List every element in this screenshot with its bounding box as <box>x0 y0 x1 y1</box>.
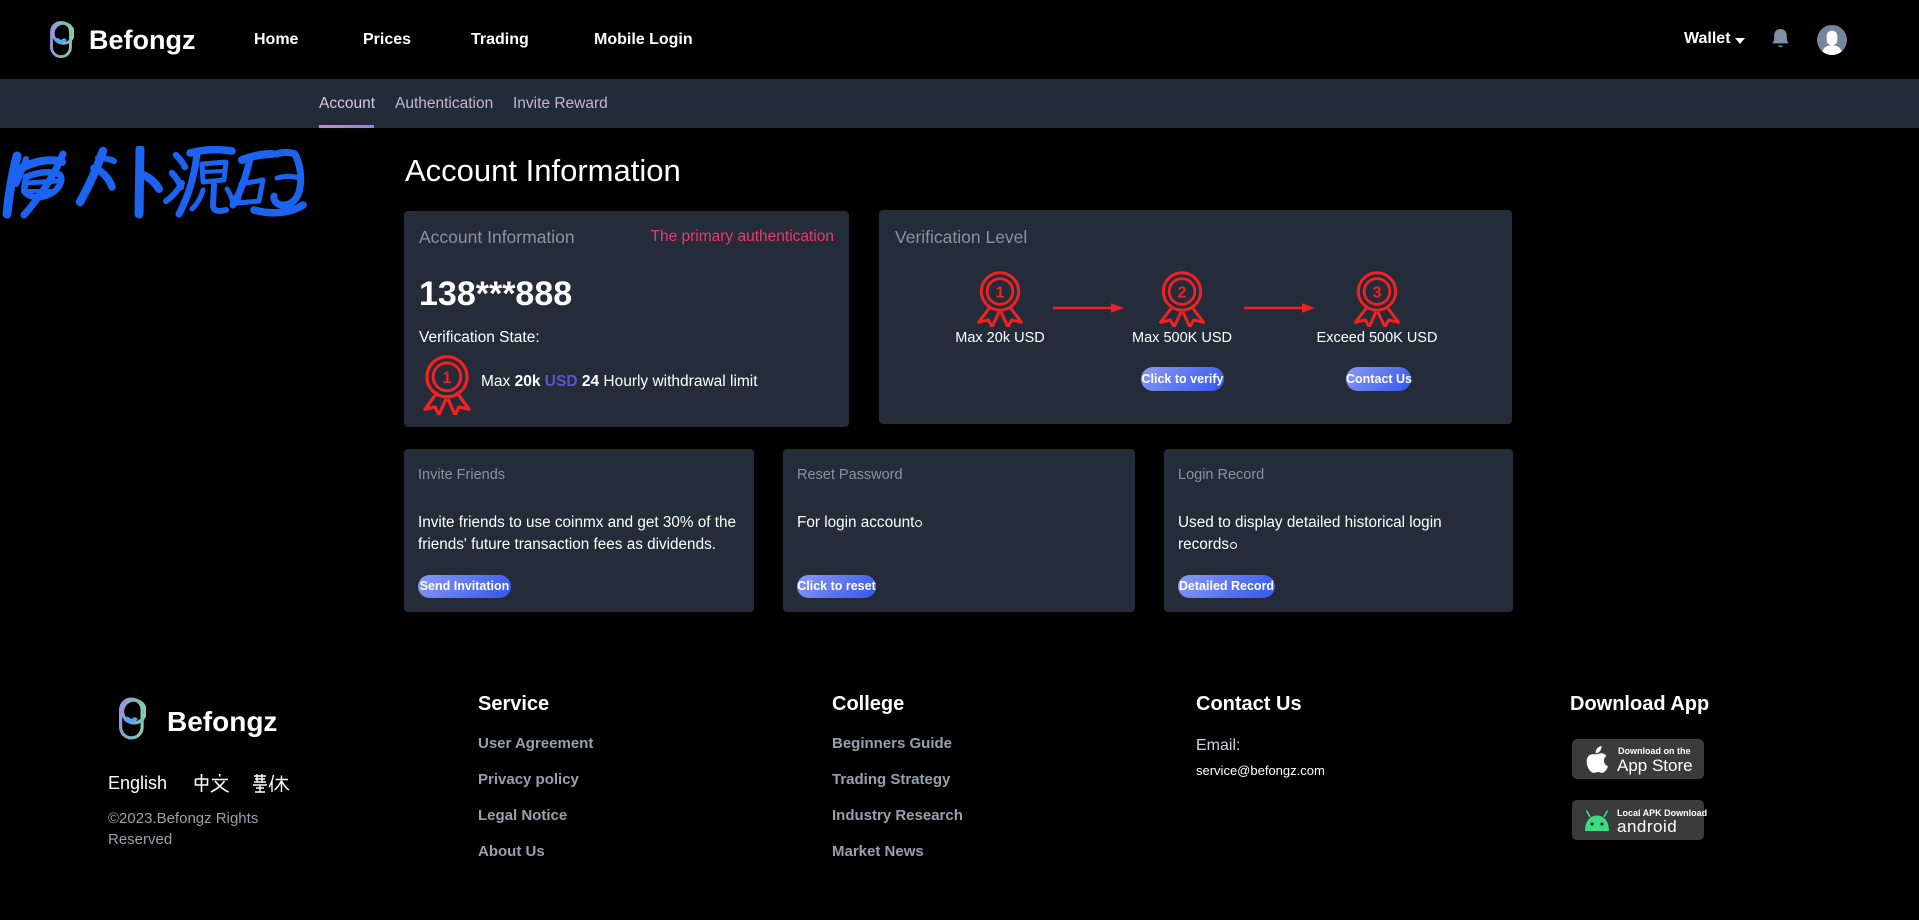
svg-text:1: 1 <box>442 369 451 387</box>
svg-text:3: 3 <box>1373 285 1382 302</box>
svg-text:1: 1 <box>996 285 1005 302</box>
svg-text:2: 2 <box>1178 285 1187 302</box>
